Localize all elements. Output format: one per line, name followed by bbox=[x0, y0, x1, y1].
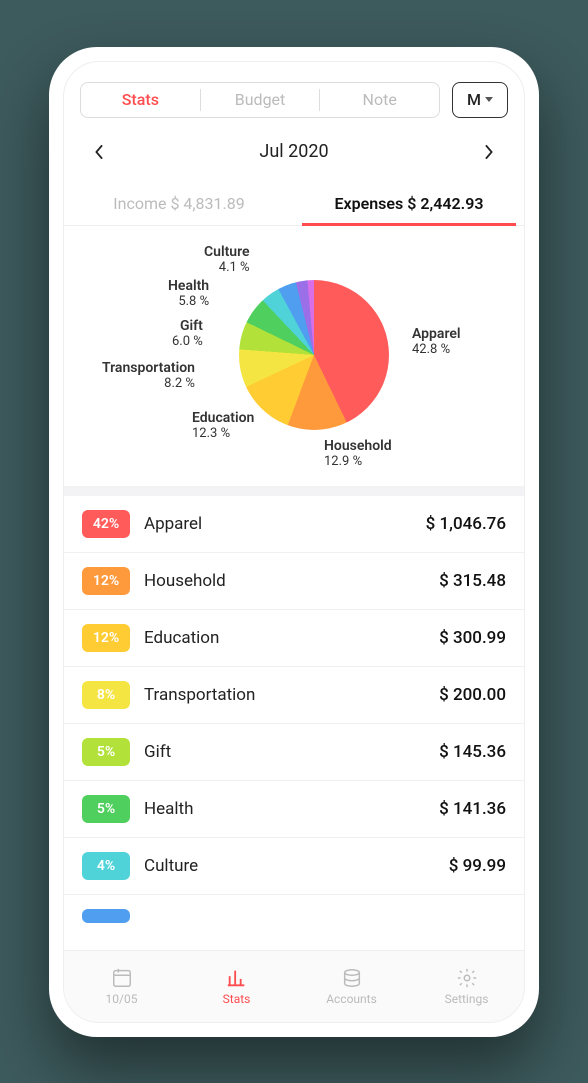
category-row[interactable]: 12% Household$ 315.48 bbox=[64, 553, 524, 610]
month-label: Jul 2020 bbox=[259, 141, 328, 162]
percent-badge: 4% bbox=[82, 852, 130, 880]
period-selector-label: M bbox=[467, 90, 481, 109]
chevron-left-icon bbox=[92, 145, 106, 159]
calendar-icon bbox=[110, 966, 134, 990]
pie-label-household-pct: 12.9 % bbox=[324, 454, 362, 469]
pie-label-culture-pct: 4.1 % bbox=[219, 260, 250, 275]
percent-badge: 8% bbox=[82, 681, 130, 709]
tab-income-label: Income $ 4,831.89 bbox=[113, 194, 244, 213]
nav-settings-label: Settings bbox=[445, 992, 489, 1006]
chevron-down-icon bbox=[485, 97, 493, 102]
category-row[interactable] bbox=[64, 895, 524, 937]
nav-stats[interactable]: Stats bbox=[179, 951, 294, 1022]
chevron-right-icon bbox=[482, 145, 496, 159]
tab-note-label: Note bbox=[363, 90, 397, 109]
tab-budget-label: Budget bbox=[235, 90, 286, 109]
category-amount: $ 145.36 bbox=[439, 742, 506, 762]
category-amount: $ 315.48 bbox=[439, 571, 506, 591]
category-row[interactable]: 8% Transportation$ 200.00 bbox=[64, 667, 524, 724]
category-name: Education bbox=[144, 628, 439, 648]
percent-badge bbox=[82, 909, 130, 923]
pie-label-apparel-pct: 42.8 % bbox=[412, 342, 450, 357]
bottom-nav: 10/05 Stats Accounts Settings bbox=[64, 950, 524, 1022]
percent-badge: 42% bbox=[82, 510, 130, 538]
category-row[interactable]: 12% Education$ 300.99 bbox=[64, 610, 524, 667]
category-name: Transportation bbox=[144, 685, 439, 705]
category-amount: $ 200.00 bbox=[439, 685, 506, 705]
pie-chart[interactable] bbox=[239, 280, 389, 430]
pie-label-health-name: Health bbox=[168, 278, 209, 295]
percent-badge: 5% bbox=[82, 738, 130, 766]
gear-icon bbox=[455, 966, 479, 990]
bar-chart-icon bbox=[225, 966, 249, 990]
pie-label-education-name: Education bbox=[192, 410, 254, 427]
nav-today[interactable]: 10/05 bbox=[64, 951, 179, 1022]
tab-stats-label: Stats bbox=[122, 90, 159, 109]
pie-label-transport-pct: 8.2 % bbox=[164, 376, 195, 391]
category-name: Culture bbox=[144, 856, 449, 876]
percent-badge: 12% bbox=[82, 567, 130, 595]
pie-label-apparel-name: Apparel bbox=[412, 326, 461, 343]
view-segmented-control: Stats Budget Note bbox=[80, 82, 440, 118]
tab-stats[interactable]: Stats bbox=[81, 83, 200, 117]
category-amount: $ 300.99 bbox=[439, 628, 506, 648]
pie-label-household-name: Household bbox=[324, 438, 392, 455]
tab-expenses-label: Expenses $ 2,442.93 bbox=[335, 194, 484, 213]
tab-expenses[interactable]: Expenses $ 2,442.93 bbox=[294, 184, 524, 225]
prev-month-button[interactable] bbox=[86, 134, 112, 170]
tab-note[interactable]: Note bbox=[320, 83, 439, 117]
period-selector-button[interactable]: M bbox=[452, 82, 508, 118]
category-list: 42% Apparel$ 1,046.76 12% Household$ 315.48… bbox=[64, 496, 524, 950]
nav-stats-label: Stats bbox=[223, 992, 251, 1006]
category-row[interactable]: 4% Culture$ 99.99 bbox=[64, 838, 524, 895]
nav-accounts-label: Accounts bbox=[326, 992, 377, 1006]
percent-badge: 12% bbox=[82, 624, 130, 652]
category-amount: $ 1,046.76 bbox=[426, 514, 506, 534]
category-name: Health bbox=[144, 799, 439, 819]
nav-today-label: 10/05 bbox=[106, 992, 138, 1006]
pie-chart-area: Culture 4.1 % Health 5.8 % Gift 6.0 % Tr… bbox=[64, 226, 524, 496]
percent-badge: 5% bbox=[82, 795, 130, 823]
pie-label-health-pct: 5.8 % bbox=[178, 294, 209, 309]
category-row[interactable]: 5% Gift$ 145.36 bbox=[64, 724, 524, 781]
category-name: Apparel bbox=[144, 514, 426, 534]
pie-label-transport-name: Transportation bbox=[102, 360, 195, 377]
nav-settings[interactable]: Settings bbox=[409, 951, 524, 1022]
next-month-button[interactable] bbox=[476, 134, 502, 170]
category-name: Gift bbox=[144, 742, 439, 762]
category-row[interactable]: 42% Apparel$ 1,046.76 bbox=[64, 496, 524, 553]
category-row[interactable]: 5% Health$ 141.36 bbox=[64, 781, 524, 838]
category-name: Household bbox=[144, 571, 439, 591]
pie-label-culture-name: Culture bbox=[204, 244, 250, 261]
pie-label-gift-name: Gift bbox=[172, 318, 203, 335]
category-amount: $ 141.36 bbox=[439, 799, 506, 819]
pie-label-education-pct: 12.3 % bbox=[192, 426, 230, 441]
tab-budget[interactable]: Budget bbox=[201, 83, 320, 117]
tab-income[interactable]: Income $ 4,831.89 bbox=[64, 184, 294, 225]
category-amount: $ 99.99 bbox=[449, 856, 506, 876]
pie-label-gift-pct: 6.0 % bbox=[172, 334, 203, 349]
coins-icon bbox=[340, 966, 364, 990]
nav-accounts[interactable]: Accounts bbox=[294, 951, 409, 1022]
